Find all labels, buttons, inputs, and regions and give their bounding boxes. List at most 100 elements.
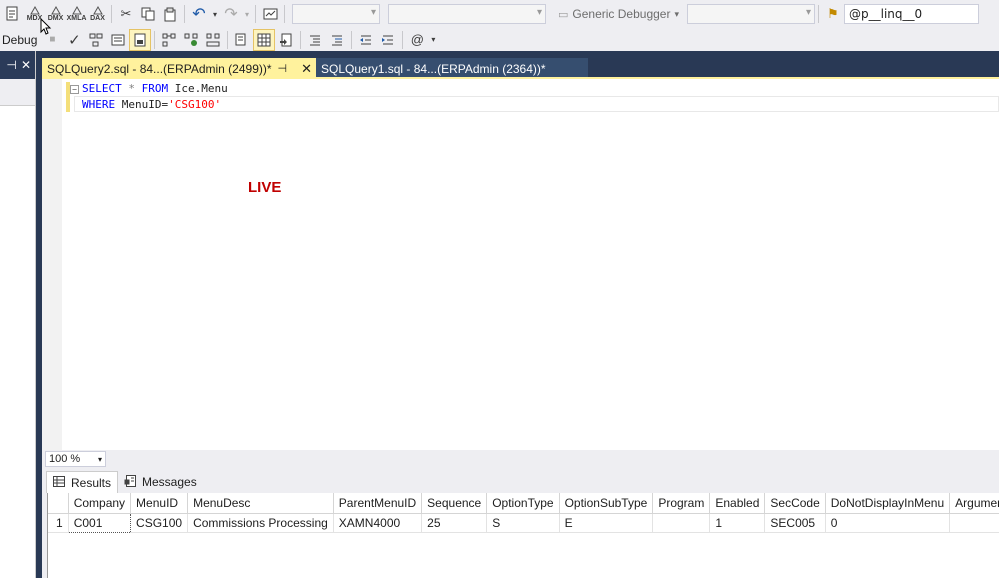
find-icon[interactable]: ⚑ [822,3,844,25]
pin-icon[interactable]: ⊣ [4,58,16,72]
debug-label[interactable]: Debug [0,33,41,47]
xmla-query-button[interactable]: XMLA [66,3,87,25]
tab-sqlquery2[interactable]: SQLQuery2.sql - 84...(ERPAdmin (2499))* … [42,58,317,79]
include-plan-icon[interactable] [158,29,180,51]
new-query-icon[interactable] [2,3,24,25]
tab-label: Results [71,475,112,490]
messages-icon [124,474,137,490]
toolbar-separator [154,30,156,49]
keyword-where: WHERE [82,98,116,111]
undo-dropdown-icon[interactable]: ▾ [210,3,220,25]
live-stats-icon[interactable] [180,29,202,51]
column-header[interactable]: ParentMenuID [333,493,423,514]
table-cell[interactable]: SEC005 [764,513,826,533]
target-combo[interactable] [687,4,815,24]
results-to-grid-icon[interactable] [253,28,276,51]
mouse-cursor-icon [40,18,52,35]
database-combo[interactable] [292,4,380,24]
table-cell[interactable]: XAMN4000 [333,513,423,533]
tab-messages[interactable]: Messages [118,471,203,493]
copy-icon[interactable] [137,3,159,25]
column-header[interactable]: MenuID [130,493,189,514]
table-cell[interactable] [652,513,711,533]
redo-icon[interactable]: ↷ [220,3,242,25]
table-cell[interactable]: C001 [67,512,132,533]
toolbar-separator [351,30,353,49]
table-cell[interactable]: E [559,513,654,533]
live-watermark: LIVE [248,179,282,196]
pin-icon[interactable]: ⊣ [278,62,288,75]
column-header[interactable]: Sequence [421,493,488,514]
row-number[interactable]: 1 [48,513,69,533]
table-cell[interactable]: 25 [421,513,488,533]
column-header[interactable]: MenuDesc [187,493,334,514]
table-cell[interactable]: 0 [825,513,951,533]
toolbar-overflow-icon[interactable]: ▾ [428,29,438,51]
tab-label: SQLQuery2.sql - 84...(ERPAdmin (2499))* [47,61,272,76]
xmla-label: XMLA [66,15,87,22]
parse-icon[interactable]: ✓ [63,29,85,51]
intellisense-icon[interactable] [129,28,152,51]
result-tabs: Results Messages [42,468,999,493]
debugger-icon: ▭ [558,8,569,21]
table-cell[interactable] [949,513,999,533]
uncomment-icon[interactable] [326,29,348,51]
increase-indent-icon[interactable] [377,29,399,51]
results-to-text-icon[interactable] [231,29,253,51]
table-row[interactable]: 1 C001 CSG100 Commissions Processing XAM… [48,512,999,533]
chevron-down-icon: ▾ [97,454,102,464]
column-header[interactable]: Arguments [949,493,999,514]
document-tab-bar: SQLQuery2.sql - 84...(ERPAdmin (2499))* … [42,51,999,79]
code-line-2[interactable]: WHERE MenuID= 'CSG100' [70,97,228,113]
close-icon[interactable]: ✕ [301,61,312,77]
row-header-corner[interactable] [48,493,69,514]
tab-label: SQLQuery1.sql - 84...(ERPAdmin (2364))* [321,61,546,76]
cut-icon[interactable]: ✂ [115,3,137,25]
column-header[interactable]: OptionSubType [559,493,654,514]
table-cell[interactable]: 1 [709,513,766,533]
solution-config-combo[interactable] [388,4,546,24]
column-header[interactable]: DoNotDisplayInMenu [825,493,951,514]
screenshot-icon[interactable] [259,3,281,25]
dax-label: DAX [90,15,105,22]
code-text[interactable]: − SELECT * FROM Ice.Menu WHERE MenuID= 'C… [70,81,228,113]
specify-values-icon[interactable]: @ [406,29,428,51]
panel-header: ⊣ ✕ [0,51,35,79]
comment-icon[interactable] [304,29,326,51]
column-header[interactable]: Program [652,493,711,514]
results-to-file-icon[interactable] [275,29,297,51]
undo-icon[interactable]: ↶ [188,3,210,25]
collapse-icon[interactable]: − [70,84,79,94]
zoom-select[interactable]: 100 % ▾ [45,451,106,467]
client-stats-icon[interactable] [202,29,224,51]
header-row: Company MenuID MenuDesc ParentMenuID Seq… [48,493,999,514]
toolbar-separator [300,30,302,49]
toolbar-separator [111,5,112,23]
star-token: * [121,82,142,95]
tab-results[interactable]: Results [46,471,119,493]
debugger-selector[interactable]: ▭ Generic Debugger ▾ [554,4,683,24]
decrease-indent-icon[interactable] [355,29,377,51]
toolbar-separator [255,5,256,23]
dax-query-button[interactable]: DAX [87,3,108,25]
close-icon[interactable]: ✕ [21,58,31,72]
code-line-1[interactable]: − SELECT * FROM Ice.Menu [70,81,228,97]
column-header[interactable]: Company [68,493,132,514]
query-editor[interactable]: − SELECT * FROM Ice.Menu WHERE MenuID= 'C… [42,79,999,450]
column-header[interactable]: Enabled [709,493,766,514]
table-cell[interactable]: Commissions Processing [187,513,334,533]
results-grid[interactable]: Company MenuID MenuDesc ParentMenuID Seq… [47,493,999,578]
toolbar-separator [818,5,819,23]
find-input[interactable]: @p__linq__0 [844,4,979,24]
query-options-icon[interactable] [107,29,129,51]
table-cell[interactable]: CSG100 [130,513,189,533]
display-plan-icon[interactable] [85,29,107,51]
column-header[interactable]: SecCode [764,493,826,514]
column-header[interactable]: OptionType [486,493,560,514]
editor-gutter [42,79,62,450]
table-cell[interactable]: S [486,513,560,533]
tab-sqlquery1[interactable]: SQLQuery1.sql - 84...(ERPAdmin (2364))* [316,58,588,79]
paste-icon[interactable] [159,3,181,25]
editor-status-bar: 100 % ▾ [42,450,999,468]
redo-dropdown-icon[interactable]: ▾ [242,3,252,25]
